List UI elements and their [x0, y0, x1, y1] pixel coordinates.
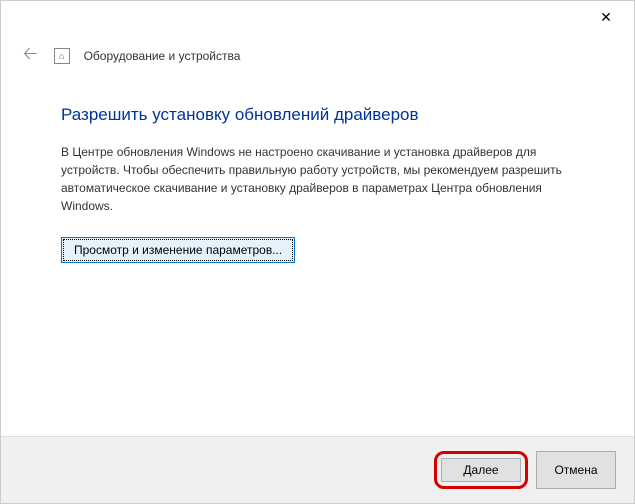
troubleshooter-window: ✕ 🡠 ⌂ Оборудование и устройства Разрешит…	[0, 0, 635, 504]
header-title: Оборудование и устройства	[84, 49, 241, 63]
highlight-annotation: Далее	[434, 451, 528, 489]
footer-bar: Далее Отмена	[1, 436, 634, 503]
close-button[interactable]: ✕	[586, 3, 626, 31]
description-text: В Центре обновления Windows не настроено…	[61, 143, 586, 215]
back-button[interactable]: 🡠	[21, 39, 40, 73]
page-heading: Разрешить установку обновлений драйверов	[61, 105, 586, 125]
content-area: Разрешить установку обновлений драйверов…	[1, 87, 634, 436]
close-icon: ✕	[600, 9, 612, 26]
wizard-header: 🡠 ⌂ Оборудование и устройства	[1, 33, 634, 87]
next-button[interactable]: Далее	[441, 458, 521, 482]
view-settings-button[interactable]: Просмотр и изменение параметров...	[61, 237, 295, 263]
titlebar: ✕	[1, 1, 634, 33]
cancel-button[interactable]: Отмена	[536, 451, 616, 489]
troubleshooter-icon: ⌂	[54, 48, 70, 64]
